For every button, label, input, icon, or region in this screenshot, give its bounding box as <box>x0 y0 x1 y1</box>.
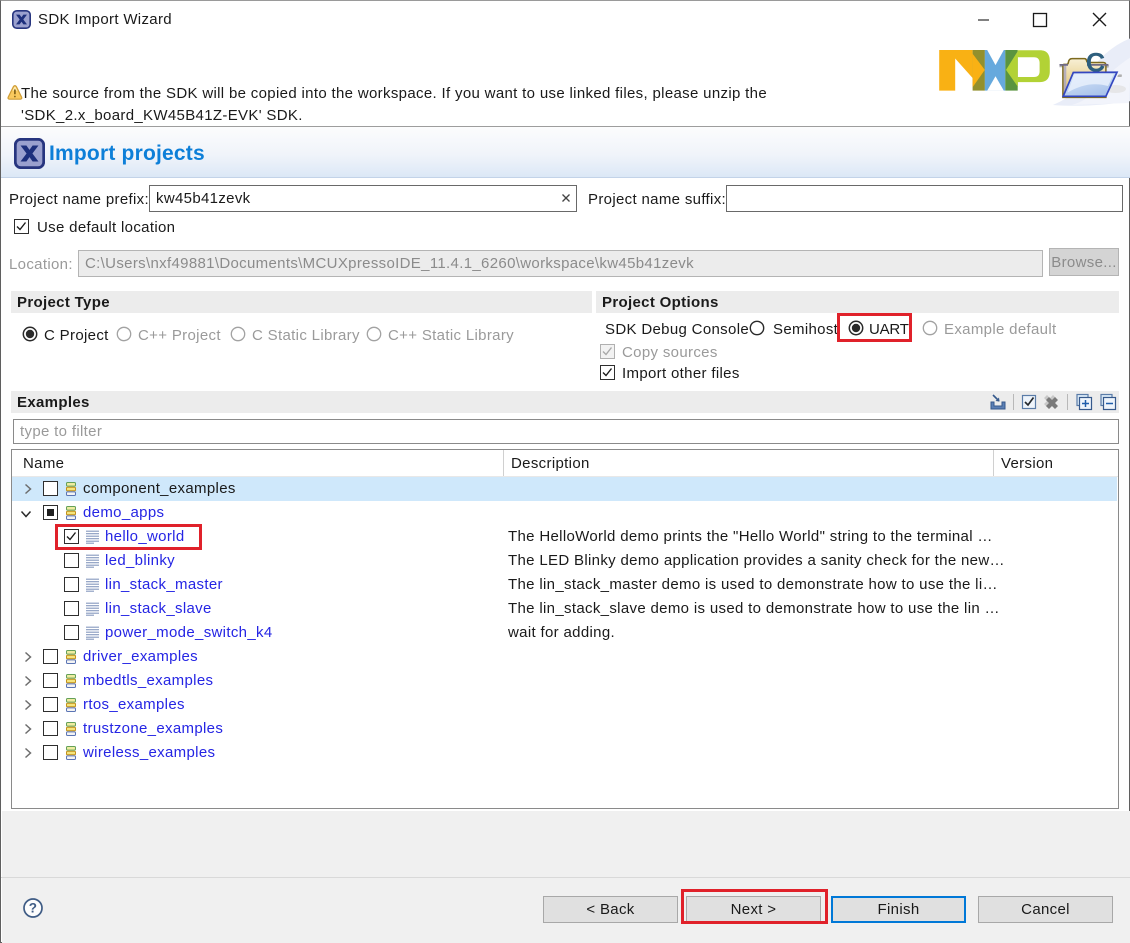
svg-text:?: ? <box>29 901 38 916</box>
